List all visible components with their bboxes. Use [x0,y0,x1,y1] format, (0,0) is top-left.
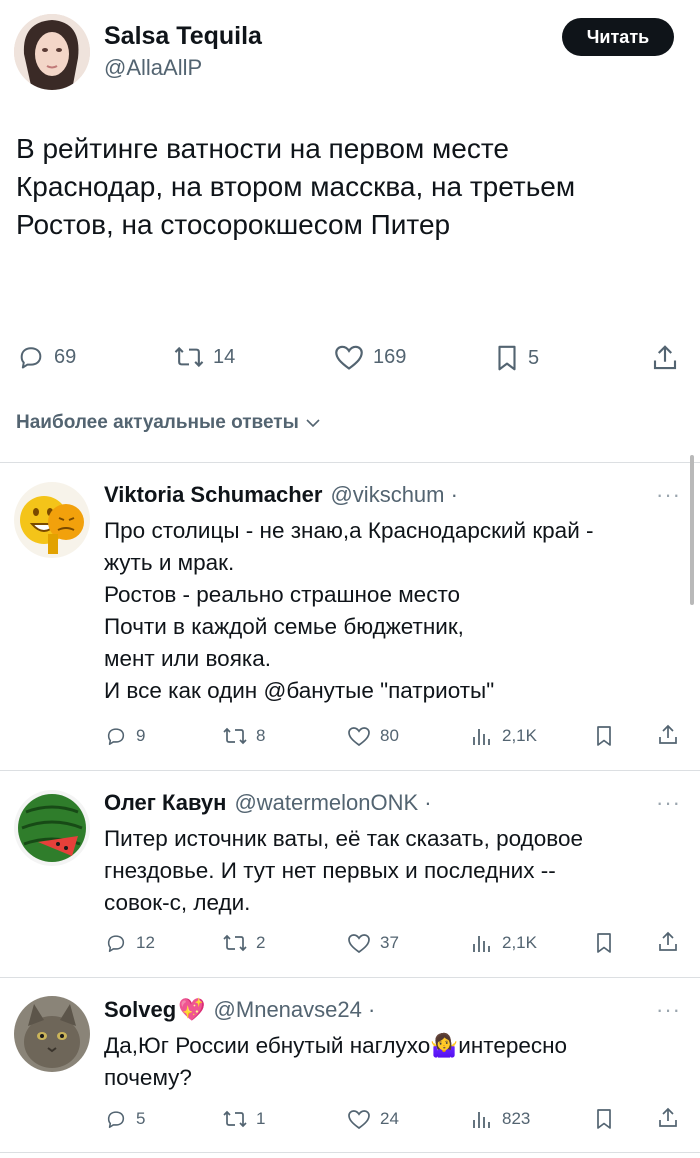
views-button[interactable]: 2,1K [470,725,537,747]
replies-sort-selector[interactable]: Наиболее актуальные ответы [16,412,321,434]
bookmark-count: 5 [528,346,540,369]
more-icon[interactable]: ··· [656,790,681,816]
reply-author-handle[interactable]: @watermelonONK · [234,790,431,816]
reply-header: Viktoria Schumacher @vikschum · [104,482,458,508]
chevron-down-icon [305,417,321,429]
bookmark-icon [594,723,614,749]
bookmark-button[interactable] [594,1106,614,1132]
like-count: 80 [380,726,399,745]
like-button[interactable]: 169 [333,343,406,371]
repost-count: 2 [256,933,266,952]
reply-text: Питер источник ваты, её так сказать, род… [104,826,584,915]
tweet-text: В рейтинге ватности на первом месте Крас… [16,133,576,240]
reply-text: Про столицы - не знаю,а Краснодарский кр… [104,518,594,703]
share-icon [656,723,680,747]
reply-avatar[interactable] [14,996,90,1072]
repost-count: 8 [256,726,266,745]
repost-icon [173,343,205,371]
reply-count: 12 [136,933,155,952]
repost-button[interactable]: 8 [222,725,265,747]
repost-count: 14 [213,345,236,368]
like-icon [333,343,365,371]
like-icon [346,932,372,954]
reply-button[interactable]: 69 [16,343,76,371]
repost-button[interactable]: 14 [173,343,235,371]
repost-icon [222,932,248,954]
repost-button[interactable]: 1 [222,1108,265,1130]
divider [0,770,700,771]
share-button[interactable] [656,723,680,747]
reply-count: 5 [136,1109,146,1128]
reply-text: Да,Юг России ебнутый наглухо🤷‍♀️интересн… [104,1033,568,1090]
bookmark-button[interactable] [594,723,614,749]
author-avatar[interactable] [14,14,90,90]
share-button[interactable] [650,343,680,373]
share-icon [650,343,680,373]
views-button[interactable]: 2,1K [470,932,537,954]
reply-button[interactable]: 5 [104,1108,145,1130]
more-icon[interactable]: ··· [656,997,681,1023]
views-icon [470,725,494,747]
reply-author-handle[interactable]: @vikschum · [330,482,457,508]
divider [0,977,700,978]
like-button[interactable]: 24 [346,1108,399,1130]
author-handle[interactable]: @AllaAllP [104,55,202,81]
views-count: 823 [502,1109,531,1128]
share-icon [656,930,680,954]
repost-count: 1 [256,1109,266,1128]
like-button[interactable]: 37 [346,932,399,954]
share-icon [656,1106,680,1130]
repost-button[interactable]: 2 [222,932,265,954]
reply-author-name[interactable]: Solveg [104,997,176,1023]
reply-icon [104,725,128,747]
reply-header: Олег Кавун @watermelonONK · [104,790,432,816]
reply-avatar[interactable] [14,790,90,866]
like-count: 37 [380,933,399,952]
reply-icon [16,343,46,371]
repost-icon [222,1108,248,1130]
like-count: 169 [373,345,407,368]
bookmark-button[interactable] [594,930,614,956]
bookmark-icon [494,343,520,373]
reply-count: 69 [54,345,77,368]
replies-sort-label: Наиболее актуальные ответы [16,412,299,433]
like-count: 24 [380,1109,399,1128]
like-icon [346,1108,372,1130]
bookmark-icon [594,930,614,956]
bookmark-icon [594,1106,614,1132]
reply-avatar[interactable] [14,482,90,558]
share-button[interactable] [656,930,680,954]
divider [0,462,700,463]
author-name[interactable]: Salsa Tequila [104,22,262,51]
views-button[interactable]: 823 [470,1108,530,1130]
reply-count: 9 [136,726,146,745]
reply-author-name[interactable]: Олег Кавун [104,790,226,816]
reply-header: Solveg 💖 @Mnenavse24 · [104,997,375,1023]
reply-button[interactable]: 12 [104,932,155,954]
views-count: 2,1K [502,726,537,745]
share-button[interactable] [656,1106,680,1130]
reply-button[interactable]: 9 [104,725,145,747]
scrollbar[interactable] [690,455,694,605]
views-count: 2,1K [502,933,537,952]
reply-icon [104,1108,128,1130]
more-icon[interactable]: ··· [656,482,681,508]
views-icon [470,932,494,954]
reply-icon [104,932,128,954]
reply-author-handle[interactable]: @Mnenavse24 · [214,997,376,1023]
like-icon [346,725,372,747]
sparkling-heart-icon: 💖 [178,997,206,1022]
repost-icon [222,725,248,747]
views-icon [470,1108,494,1130]
divider [0,1152,700,1153]
follow-button[interactable]: Читать [562,18,674,56]
bookmark-button[interactable]: 5 [494,343,539,373]
like-button[interactable]: 80 [346,725,399,747]
reply-author-name[interactable]: Viktoria Schumacher [104,482,322,508]
